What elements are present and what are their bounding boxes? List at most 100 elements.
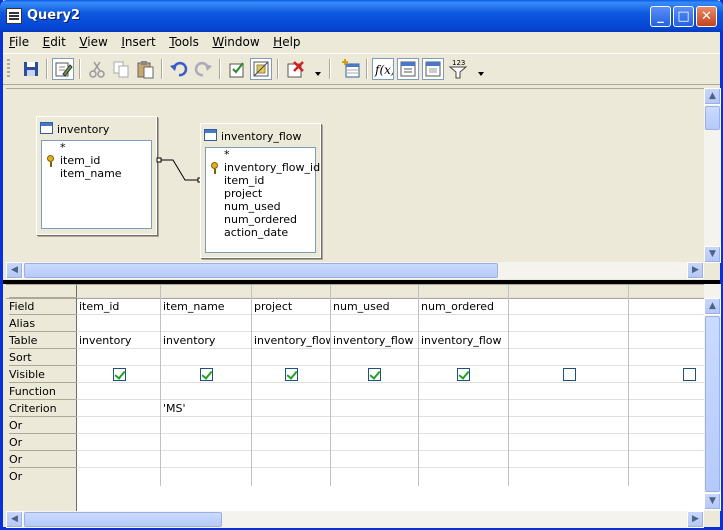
copy-button[interactable] (110, 58, 132, 80)
sort-cell[interactable] (161, 348, 251, 365)
or-cell[interactable] (629, 416, 707, 433)
table-cell[interactable]: inventory_flow (419, 331, 508, 348)
field-cell[interactable]: item_id (77, 297, 160, 314)
table-window-inventory-flow[interactable]: inventory_flow * inventory_flow_id item_… (200, 123, 321, 258)
criterion-cell[interactable] (77, 399, 160, 416)
or-cell[interactable] (77, 433, 160, 450)
table-cell[interactable] (629, 331, 707, 348)
table-cell[interactable]: inventory_flow (252, 331, 330, 348)
alias-cell[interactable] (252, 314, 330, 331)
or-cell[interactable] (629, 433, 707, 450)
or-cell[interactable] (509, 433, 628, 450)
field-cell[interactable]: num_used (331, 297, 418, 314)
field-item[interactable]: num_ordered (206, 213, 315, 226)
field-item[interactable]: * (206, 148, 315, 161)
menu-file[interactable]: File (3, 32, 33, 49)
paste-button[interactable] (134, 58, 156, 80)
relation-line[interactable] (156, 154, 206, 184)
field-item[interactable]: item_id (206, 174, 315, 187)
redo-button[interactable] (192, 58, 214, 80)
field-item[interactable]: num_used (206, 200, 315, 213)
scroll-left-button[interactable]: ◀ (6, 511, 23, 528)
scroll-down-button[interactable]: ▼ (704, 246, 721, 263)
visible-cell[interactable] (629, 365, 707, 382)
or-cell[interactable] (252, 433, 330, 450)
or-cell[interactable] (419, 433, 508, 450)
function-cell[interactable] (331, 382, 418, 399)
table-name-button[interactable] (397, 58, 419, 80)
criterion-cell[interactable]: 'MS' (161, 399, 251, 416)
criterion-cell[interactable] (331, 399, 418, 416)
close-button[interactable]: ✕ (696, 6, 717, 27)
cut-button[interactable] (86, 58, 108, 80)
or-cell[interactable] (252, 467, 330, 484)
or-cell[interactable] (252, 450, 330, 467)
field-item[interactable]: project (206, 187, 315, 200)
field-cell[interactable] (509, 297, 628, 314)
alias-cell[interactable] (419, 314, 508, 331)
scroll-thumb[interactable] (24, 263, 498, 278)
field-item[interactable]: * (42, 141, 151, 154)
menu-window[interactable]: Window (206, 32, 263, 49)
visible-cell[interactable] (419, 365, 508, 382)
visible-checkbox[interactable] (113, 368, 126, 381)
grid-column[interactable]: item_name inventory 'MS' (161, 285, 252, 486)
selection-grid[interactable]: Field Alias Table Sort Visible Function … (6, 284, 707, 512)
or-cell[interactable] (419, 467, 508, 484)
menu-insert[interactable]: Insert (115, 32, 159, 49)
grid-column[interactable] (509, 285, 629, 486)
table-cell[interactable]: inventory_flow (331, 331, 418, 348)
visible-cell[interactable] (77, 365, 160, 382)
or-cell[interactable] (161, 467, 251, 484)
or-cell[interactable] (77, 450, 160, 467)
grid-column[interactable]: project inventory_flow (252, 285, 331, 486)
sort-cell[interactable] (252, 348, 330, 365)
criterion-cell[interactable] (509, 399, 628, 416)
function-cell[interactable] (161, 382, 251, 399)
toolbar-grip[interactable] (7, 59, 10, 79)
criterion-cell[interactable] (252, 399, 330, 416)
visible-checkbox[interactable] (683, 368, 696, 381)
chevron-down-icon[interactable] (314, 64, 322, 78)
grid-column[interactable]: num_ordered inventory_flow (419, 285, 509, 486)
scroll-left-button[interactable]: ◀ (6, 262, 23, 279)
scroll-down-button[interactable]: ▼ (704, 493, 721, 510)
grid-horizontal-scrollbar[interactable]: ◀ ▶ (6, 511, 704, 528)
criterion-cell[interactable] (629, 399, 707, 416)
edit-mode-button[interactable] (52, 58, 74, 80)
alias-cell[interactable] (161, 314, 251, 331)
or-cell[interactable] (77, 467, 160, 484)
scroll-up-button[interactable]: ▲ (704, 88, 721, 105)
visible-checkbox[interactable] (285, 368, 298, 381)
or-cell[interactable] (161, 450, 251, 467)
or-cell[interactable] (161, 416, 251, 433)
scroll-thumb[interactable] (705, 106, 720, 130)
or-cell[interactable] (331, 416, 418, 433)
or-cell[interactable] (161, 433, 251, 450)
visible-cell[interactable] (161, 365, 251, 382)
function-cell[interactable] (419, 382, 508, 399)
alias-cell[interactable] (509, 314, 628, 331)
menu-tools[interactable]: Tools (163, 32, 203, 49)
maximize-button[interactable]: □ (673, 6, 694, 27)
or-cell[interactable] (629, 450, 707, 467)
design-view-button[interactable] (250, 58, 272, 80)
field-cell[interactable]: num_ordered (419, 297, 508, 314)
table-window-inventory[interactable]: inventory * item_id item_name (36, 116, 157, 235)
field-item[interactable]: action_date (206, 226, 315, 239)
visible-cell[interactable] (509, 365, 628, 382)
visible-checkbox[interactable] (368, 368, 381, 381)
table-header[interactable]: inventory_flow (201, 124, 320, 146)
function-cell[interactable] (77, 382, 160, 399)
or-cell[interactable] (77, 416, 160, 433)
table-cell[interactable]: inventory (77, 331, 160, 348)
distinct-values-button[interactable]: 123 (447, 58, 469, 80)
scroll-up-button[interactable]: ▲ (704, 298, 721, 315)
or-cell[interactable] (331, 450, 418, 467)
or-cell[interactable] (252, 416, 330, 433)
or-cell[interactable] (509, 467, 628, 484)
sort-cell[interactable] (509, 348, 628, 365)
grid-column[interactable] (629, 285, 707, 486)
visible-checkbox[interactable] (563, 368, 576, 381)
sort-cell[interactable] (77, 348, 160, 365)
